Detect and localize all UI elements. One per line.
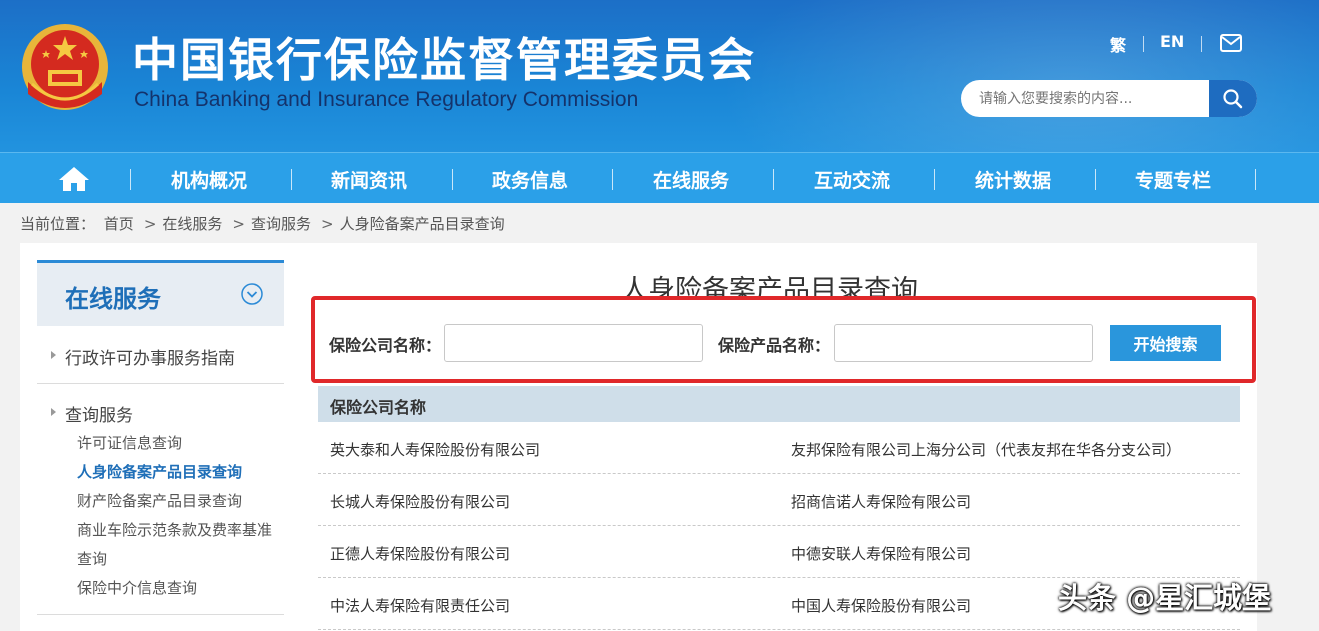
column-header-company: 保险公司名称 <box>330 398 427 417</box>
sidebar-header: 在线服务 <box>37 260 284 326</box>
nav-divider <box>291 169 292 190</box>
home-icon[interactable] <box>58 166 90 192</box>
table-header: 保险公司名称 <box>318 386 1240 422</box>
table-cell[interactable]: 中德安联人寿保险有限公司 <box>791 543 971 564</box>
site-search <box>961 80 1257 117</box>
nav-item-special-topics[interactable]: 专题专栏 <box>1135 166 1211 193</box>
breadcrumb-current[interactable]: 人身险备案产品目录查询 <box>340 215 505 233</box>
sidebar-item-admin-license-guide[interactable]: 行政许可办事服务指南 <box>65 344 235 369</box>
sidebar: 在线服务 行政许可办事服务指南 查询服务 许可证信息查询 人身险备案产品目录查询… <box>20 243 303 631</box>
sidebar-subitem-property-product-query[interactable]: 财产险备案产品目录查询 <box>77 490 242 511</box>
row-divider <box>318 629 1240 630</box>
table-cell[interactable]: 招商信诺人寿保险有限公司 <box>791 491 971 512</box>
site-header: 中国银行保险监督管理委员会 China Banking and Insuranc… <box>0 0 1319 152</box>
table-cell[interactable]: 中国人寿保险股份有限公司 <box>791 595 971 616</box>
sidebar-divider <box>37 383 284 384</box>
national-emblem-icon[interactable] <box>20 22 110 112</box>
chevron-down-icon[interactable] <box>241 283 263 305</box>
breadcrumb-separator: > <box>321 215 334 233</box>
search-form: 保险公司名称： 保险产品名称： 开始搜索 <box>311 296 1256 383</box>
nav-divider <box>612 169 613 190</box>
start-search-button[interactable]: 开始搜索 <box>1110 325 1221 361</box>
row-divider <box>318 525 1240 526</box>
breadcrumb: 当前位置： 首页 > 在线服务 > 查询服务 > 人身险备案产品目录查询 <box>20 213 509 234</box>
caret-right-icon <box>51 408 56 416</box>
sidebar-item-query-services[interactable]: 查询服务 <box>65 401 133 426</box>
sidebar-title: 在线服务 <box>65 285 161 313</box>
header-decoration <box>719 0 1319 152</box>
caret-right-icon <box>51 351 56 359</box>
site-search-button[interactable] <box>1209 80 1257 117</box>
english-link[interactable]: EN <box>1160 32 1184 51</box>
traditional-chinese-link[interactable]: 繁 <box>1110 32 1126 56</box>
breadcrumb-query-services[interactable]: 查询服务 <box>251 215 311 233</box>
sidebar-subitem-auto-insurance-query[interactable]: 商业车险示范条款及费率基准 <box>77 519 272 540</box>
lang-divider <box>1201 36 1202 52</box>
company-name-input[interactable] <box>444 324 703 362</box>
watermark: 头条 @星汇城堡 <box>1058 581 1272 615</box>
breadcrumb-home[interactable]: 首页 <box>104 215 134 233</box>
table-cell[interactable]: 中法人寿保险有限责任公司 <box>330 595 510 616</box>
mail-icon[interactable] <box>1220 34 1242 52</box>
main-content: 人身险备案产品目录查询 保险公司名称： 保险产品名称： 开始搜索 保险公司名称 … <box>303 243 1257 631</box>
site-title-chinese[interactable]: 中国银行保险监督管理委员会 <box>132 24 756 90</box>
site-title-english: China Banking and Insurance Regulatory C… <box>134 88 639 111</box>
nav-item-about[interactable]: 机构概况 <box>171 166 247 193</box>
table-cell[interactable]: 英大泰和人寿保险股份有限公司 <box>330 439 540 460</box>
nav-divider <box>934 169 935 190</box>
breadcrumb-separator: > <box>143 215 157 233</box>
nav-item-news[interactable]: 新闻资讯 <box>331 166 407 193</box>
nav-divider <box>1095 169 1096 190</box>
breadcrumb-online-services[interactable]: 在线服务 <box>162 215 222 233</box>
site-search-input[interactable] <box>961 80 1209 117</box>
sidebar-subitem-auto-insurance-query-cont[interactable]: 查询 <box>77 548 107 569</box>
sidebar-subitem-intermediary-query[interactable]: 保险中介信息查询 <box>77 577 197 598</box>
breadcrumb-prefix: 当前位置： <box>20 215 96 233</box>
nav-item-interaction[interactable]: 互动交流 <box>814 166 890 193</box>
nav-divider <box>773 169 774 190</box>
table-cell[interactable]: 友邦保险有限公司上海分公司（代表友邦在华各分支公司） <box>791 439 1181 460</box>
product-name-label: 保险产品名称： <box>718 336 831 355</box>
sidebar-divider <box>37 614 284 615</box>
table-cell[interactable]: 长城人寿保险股份有限公司 <box>330 491 510 512</box>
sidebar-subitem-license-query[interactable]: 许可证信息查询 <box>77 432 182 453</box>
nav-divider <box>452 169 453 190</box>
nav-item-government-info[interactable]: 政务信息 <box>492 166 568 193</box>
nav-item-online-services[interactable]: 在线服务 <box>653 166 729 193</box>
company-name-label: 保险公司名称： <box>329 336 442 355</box>
nav-item-statistics[interactable]: 统计数据 <box>975 166 1051 193</box>
search-icon <box>1223 88 1243 108</box>
lang-divider <box>1143 36 1144 52</box>
sidebar-subitem-life-product-query[interactable]: 人身险备案产品目录查询 <box>77 461 242 482</box>
row-divider <box>318 473 1240 474</box>
main-nav: 机构概况 新闻资讯 政务信息 在线服务 互动交流 统计数据 专题专栏 <box>0 152 1319 203</box>
nav-divider <box>130 169 131 190</box>
breadcrumb-separator: > <box>232 215 245 233</box>
table-cell[interactable]: 正德人寿保险股份有限公司 <box>330 543 510 564</box>
nav-divider <box>1255 169 1256 190</box>
product-name-input[interactable] <box>834 324 1093 362</box>
